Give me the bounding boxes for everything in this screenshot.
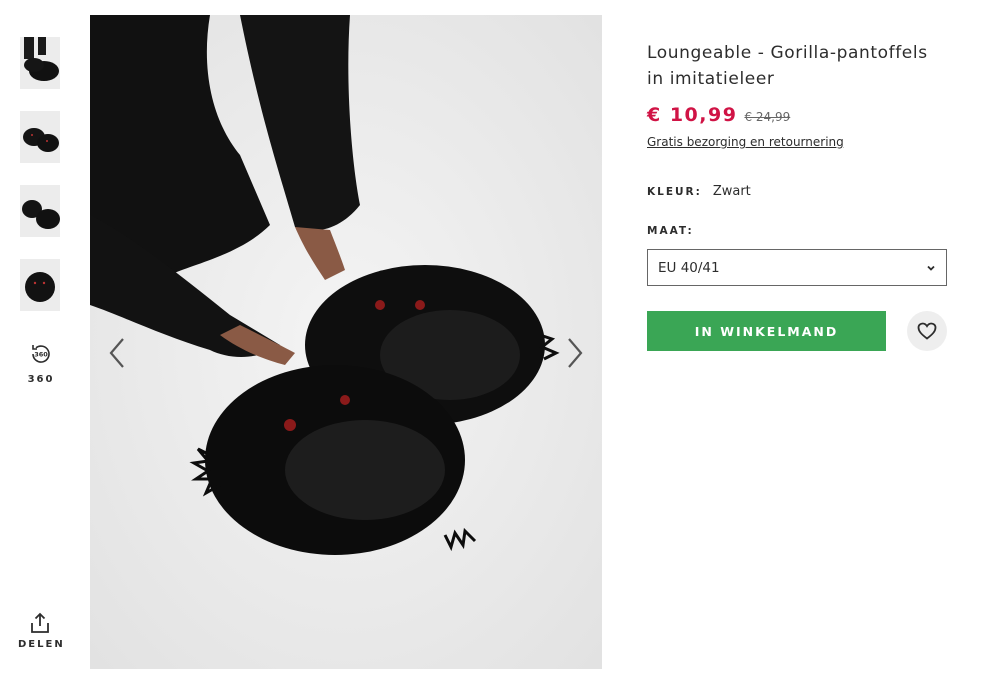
product-title: Loungeable - Gorilla-pantoffels in imita… [647,43,928,89]
thumbnail-image [20,259,60,311]
product-details: Loungeable - Gorilla-pantoffels in imita… [647,40,947,351]
view-360-button[interactable]: 360 360 [20,342,62,385]
next-image-button[interactable] [560,333,590,373]
chevron-right-icon [568,338,583,368]
size-label: MAAT: [647,225,694,237]
purchase-actions: IN WINKELMAND [647,311,947,351]
heart-icon [917,322,937,340]
chevron-down-icon [927,265,935,271]
share-icon [31,612,49,633]
product-photo [90,15,602,669]
color-row: KLEUR: Zwart [647,184,947,199]
wishlist-button[interactable] [907,311,947,351]
size-selected-value: EU 40/41 [658,259,720,276]
view-360-label: 360 [27,374,55,385]
thumbnail-item[interactable] [20,111,60,163]
share-label: DELEN [18,639,65,650]
thumbnail-item[interactable] [20,37,60,89]
current-price: € 10,99 [647,104,738,126]
original-price: € 24,99 [744,110,791,124]
thumbnail-item[interactable] [20,185,60,237]
svg-text:360: 360 [34,351,48,359]
price-row: € 10,99 € 24,99 [647,104,947,126]
share-button[interactable]: DELEN [18,612,65,650]
thumbnail-image [20,111,60,163]
previous-image-button[interactable] [102,333,132,373]
thumbnail-list [20,37,60,333]
thumbnail-item[interactable] [20,259,60,311]
product-main-image [90,15,602,669]
chevron-left-icon [109,338,124,368]
color-value: Zwart [712,184,751,199]
rotate-360-icon: 360 [32,345,50,363]
size-dropdown[interactable]: EU 40/41 [647,249,947,286]
thumbnail-image [20,37,60,89]
add-to-bag-button[interactable]: IN WINKELMAND [647,311,886,351]
thumbnail-image [20,185,60,237]
shipping-returns-link[interactable]: Gratis bezorging en retournering [647,135,844,149]
color-label: KLEUR: [647,186,702,198]
